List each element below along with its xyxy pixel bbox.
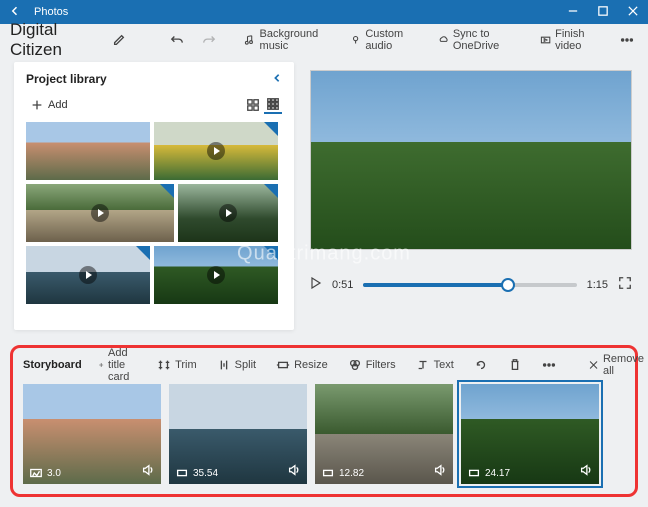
- sync-label: Sync to OneDrive: [453, 28, 522, 52]
- fullscreen-button[interactable]: [618, 276, 632, 293]
- bg-music-button[interactable]: Background music: [240, 26, 336, 54]
- clip-audio-icon: [287, 463, 301, 480]
- storyboard-more-button[interactable]: [538, 356, 560, 374]
- app-title: Photos: [30, 6, 558, 18]
- clip-audio-icon: [579, 463, 593, 480]
- project-name: Digital Citizen: [10, 20, 94, 60]
- storyboard-clip[interactable]: 24.17: [461, 384, 599, 484]
- rename-button[interactable]: [108, 31, 130, 49]
- remove-all-label: Remove all: [603, 353, 647, 377]
- library-item[interactable]: [26, 122, 150, 180]
- play-overlay-icon: [207, 142, 225, 160]
- resize-button[interactable]: Resize: [272, 356, 332, 374]
- used-indicator-icon: [264, 246, 278, 260]
- redo-button[interactable]: [198, 31, 220, 49]
- library-thumbnails: [26, 122, 282, 304]
- storyboard-clip[interactable]: 35.54: [169, 384, 307, 484]
- add-media-button[interactable]: Add: [26, 96, 72, 114]
- undo-button[interactable]: [166, 31, 188, 49]
- library-item[interactable]: [26, 246, 150, 304]
- clip-duration: 12.82: [339, 468, 364, 479]
- total-time: 1:15: [587, 279, 608, 291]
- text-button[interactable]: Text: [412, 356, 458, 374]
- maximize-button[interactable]: [588, 6, 618, 19]
- used-indicator-icon: [136, 246, 150, 260]
- filters-label: Filters: [366, 359, 396, 371]
- text-label: Text: [434, 359, 454, 371]
- preview-pane: 0:51 1:15: [294, 56, 648, 336]
- trim-label: Trim: [175, 359, 197, 371]
- sync-button[interactable]: Sync to OneDrive: [434, 26, 526, 54]
- clip-duration: 3.0: [47, 468, 61, 479]
- library-item[interactable]: [26, 184, 174, 242]
- grid-small-button[interactable]: [264, 96, 282, 114]
- split-button[interactable]: Split: [213, 356, 260, 374]
- trim-button[interactable]: Trim: [153, 356, 201, 374]
- clip-audio-icon: [433, 463, 447, 480]
- storyboard-clip[interactable]: 3.0: [23, 384, 161, 484]
- grid-large-button[interactable]: [244, 96, 262, 114]
- minimize-button[interactable]: [558, 6, 588, 19]
- clip-audio-icon: [141, 463, 155, 480]
- seek-slider[interactable]: [363, 283, 576, 287]
- used-indicator-icon: [264, 184, 278, 198]
- library-item[interactable]: [178, 184, 278, 242]
- delete-button[interactable]: [504, 356, 526, 374]
- library-title: Project library: [26, 72, 272, 86]
- play-overlay-icon: [219, 204, 237, 222]
- used-indicator-icon: [264, 122, 278, 136]
- more-button[interactable]: [616, 31, 638, 49]
- used-indicator-icon: [160, 184, 174, 198]
- library-item[interactable]: [154, 246, 278, 304]
- play-overlay-icon: [91, 204, 109, 222]
- play-button[interactable]: [310, 277, 322, 292]
- collapse-library-button[interactable]: [272, 72, 282, 86]
- custom-audio-button[interactable]: Custom audio: [346, 26, 424, 54]
- remove-all-button[interactable]: Remove all: [584, 351, 648, 379]
- rotate-button[interactable]: [470, 356, 492, 374]
- play-overlay-icon: [79, 266, 97, 284]
- add-label: Add: [48, 99, 68, 111]
- close-button[interactable]: [618, 6, 648, 19]
- library-item[interactable]: [154, 122, 278, 180]
- clip-duration: 35.54: [193, 468, 218, 479]
- storyboard-clip[interactable]: 12.82: [315, 384, 453, 484]
- project-library-panel: Project library Add: [14, 62, 294, 330]
- back-button[interactable]: [0, 5, 30, 20]
- storyboard-panel: Storyboard Add title card Trim Split Res…: [10, 345, 638, 497]
- storyboard-title: Storyboard: [23, 359, 82, 371]
- add-title-card-label: Add title card: [108, 347, 137, 383]
- resize-label: Resize: [294, 359, 328, 371]
- current-time: 0:51: [332, 279, 353, 291]
- custom-audio-label: Custom audio: [365, 28, 419, 52]
- finish-button[interactable]: Finish video: [536, 26, 606, 54]
- split-label: Split: [235, 359, 256, 371]
- clip-duration: 24.17: [485, 468, 510, 479]
- finish-label: Finish video: [555, 28, 602, 52]
- add-title-card-button[interactable]: Add title card: [94, 345, 141, 385]
- bg-music-label: Background music: [260, 28, 333, 52]
- video-preview[interactable]: [310, 70, 632, 250]
- play-overlay-icon: [207, 266, 225, 284]
- filters-button[interactable]: Filters: [344, 356, 400, 374]
